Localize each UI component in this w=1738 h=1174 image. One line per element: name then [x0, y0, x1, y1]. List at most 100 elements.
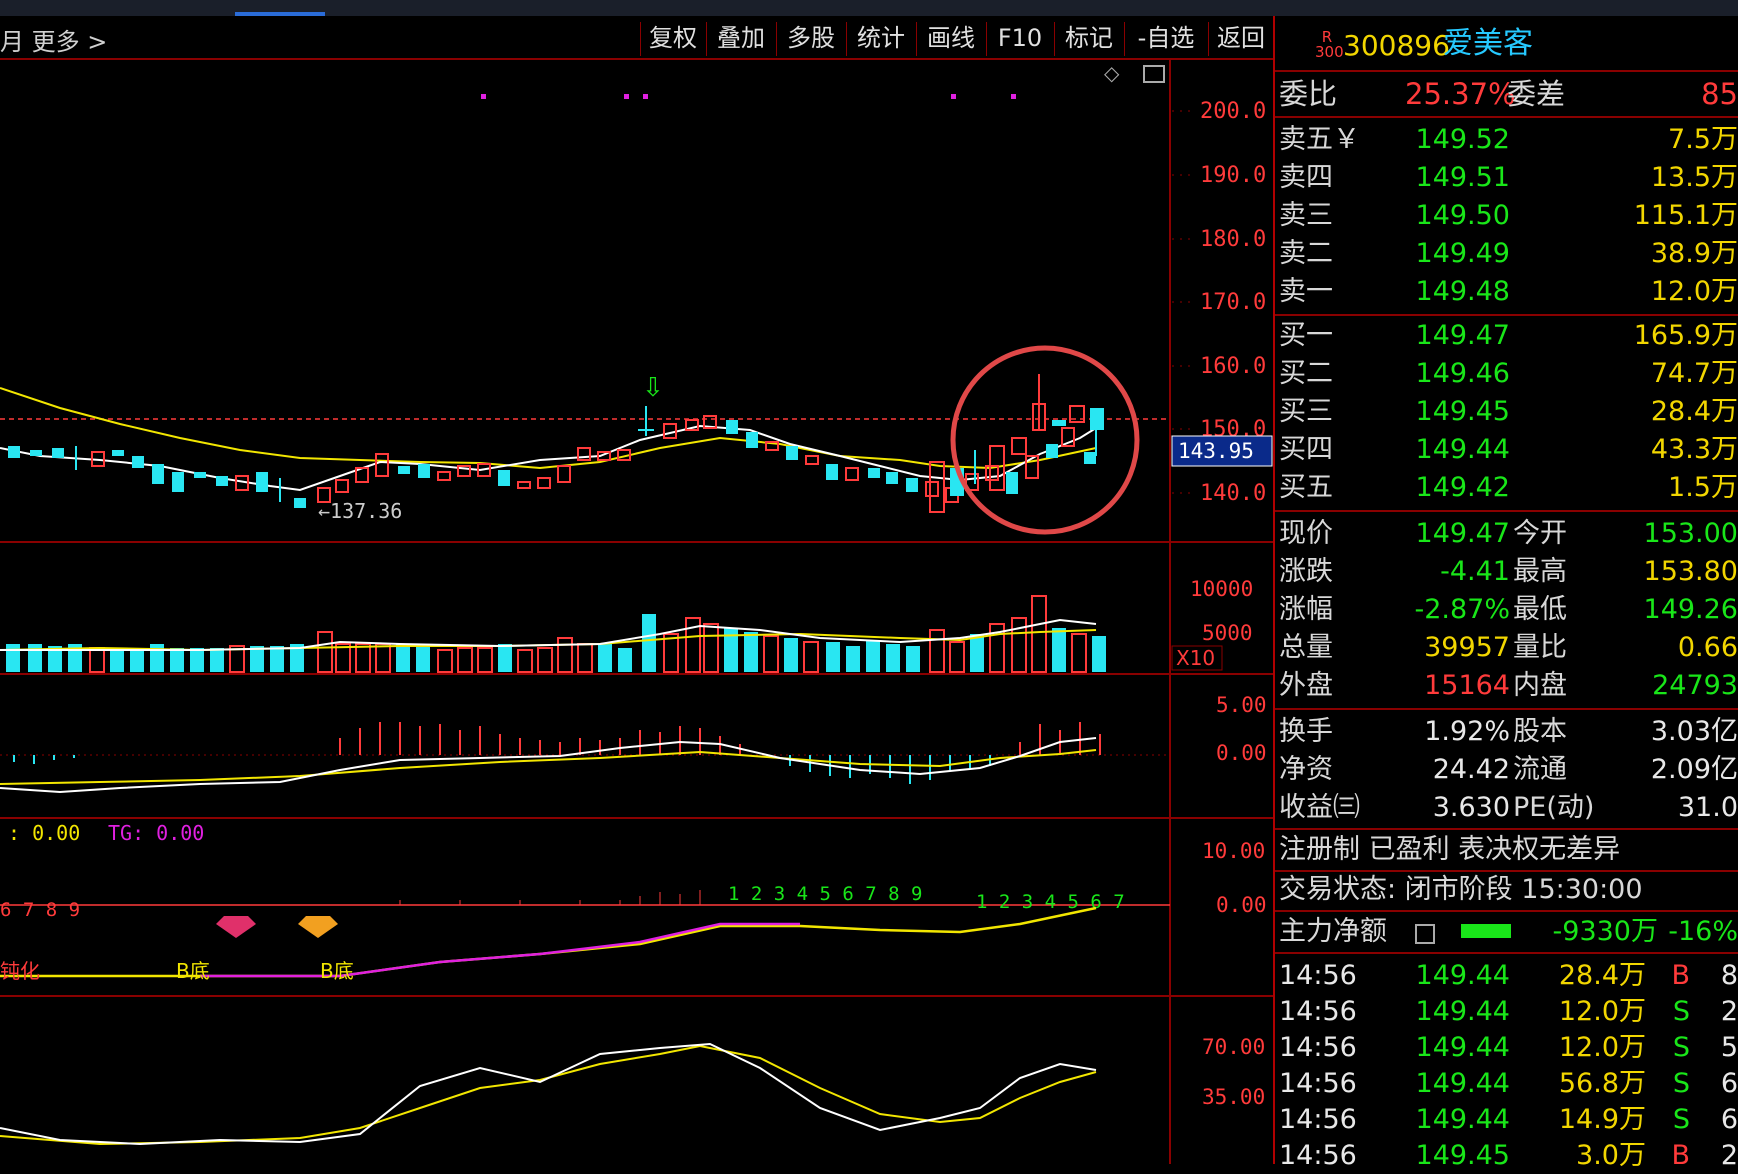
stat-value: -4.41: [1440, 556, 1510, 587]
weicha-value: 85: [1701, 77, 1738, 111]
fund-value: 31.0: [1677, 792, 1738, 823]
volume-ma-white: [0, 618, 1097, 651]
fund-label: PE(动): [1513, 792, 1595, 823]
order-volume: 12.0万: [1650, 276, 1738, 307]
stat-value: 15164: [1424, 670, 1510, 701]
order-label: 买四: [1279, 434, 1333, 465]
indicator-ticks: [399, 890, 701, 905]
tick-time: 14:56: [1279, 1140, 1357, 1171]
add-watchlist-button[interactable]: -自选: [1124, 22, 1207, 56]
count-mid: 1 2 3 4 5 6 7 8 9: [728, 883, 922, 905]
order-price: 149.48: [1415, 276, 1510, 307]
fuquan-button[interactable]: 复权: [640, 22, 705, 56]
candle: [746, 432, 758, 448]
stock-name: 爱美客: [1443, 26, 1533, 61]
divider: [1275, 314, 1738, 316]
fund-label: 换手: [1279, 716, 1333, 747]
order-volume: 38.9万: [1650, 238, 1738, 269]
order-volume: 7.5万: [1668, 124, 1738, 155]
order-volume: 115.1万: [1633, 200, 1738, 231]
order-volume: 43.3万: [1650, 434, 1738, 465]
candle: [557, 465, 571, 483]
tick-side: B: [1671, 1140, 1690, 1171]
stat-value: 149.47: [1415, 518, 1510, 549]
kline-chart[interactable]: 200.0 190.0 180.0 170.0 160.0 150.0 140.…: [0, 58, 1273, 1164]
macd-tick: 0.00: [1216, 741, 1267, 765]
statistics-button[interactable]: 统计: [846, 22, 915, 56]
tick-count: 6: [1720, 1104, 1738, 1135]
order-volume: 1.5万: [1668, 472, 1738, 503]
order-label: 卖二: [1279, 238, 1333, 269]
tick-time: 14:56: [1279, 1032, 1357, 1063]
order-label: 卖五￥: [1279, 124, 1360, 155]
more-menu[interactable]: 月 更多 >: [0, 22, 107, 57]
candle: [194, 472, 206, 478]
ma10-line: [0, 387, 1097, 470]
back-button[interactable]: 返回: [1208, 22, 1273, 56]
main-flow-pct: -16%: [1668, 916, 1738, 947]
candle: [1090, 408, 1104, 430]
fund-label: 收益㈢: [1279, 792, 1360, 823]
candle: [335, 479, 349, 493]
divider: [1275, 510, 1738, 512]
list-icon[interactable]: [1415, 924, 1435, 944]
candle: [1084, 452, 1096, 464]
price-tick: 190.0: [1200, 163, 1266, 188]
price-tick: 160.0: [1200, 354, 1266, 379]
stat-value: 39957: [1424, 632, 1510, 663]
divider: [1275, 828, 1738, 830]
overlay-button[interactable]: 叠加: [706, 22, 775, 56]
stat-label: 内盘: [1513, 670, 1567, 701]
dull-label: 钝化: [0, 959, 40, 983]
candle: [886, 472, 898, 484]
candle: [537, 477, 551, 489]
mark-button[interactable]: 标记: [1054, 22, 1123, 56]
fund-value: 1.92%: [1424, 716, 1510, 747]
macd-axis: 5.00 0.00: [1216, 693, 1267, 765]
weicha-label: 委差: [1507, 77, 1566, 111]
candle: [925, 481, 939, 497]
kdj-tick: 35.00: [1202, 1085, 1265, 1109]
indicator-magenta-line: [200, 922, 800, 978]
fund-value: 3.630: [1432, 792, 1510, 823]
diamond-icon[interactable]: ◇: [1104, 61, 1120, 85]
order-price: 149.42: [1415, 472, 1510, 503]
stat-value: 153.80: [1643, 556, 1738, 587]
stat-label: 量比: [1513, 632, 1567, 663]
tick-row: 14:56 149.44 12.0万 S 5: [1275, 1030, 1738, 1066]
price-tick: 140.0: [1200, 481, 1266, 506]
indicator-tick: 10.00: [1202, 839, 1265, 863]
indicator-header-a: : 0.00: [8, 821, 80, 845]
candle: [112, 450, 124, 456]
indicator-tick: 0.00: [1216, 893, 1267, 917]
tick-row: 14:56 149.44 14.9万 S 6: [1275, 1102, 1738, 1138]
price-tick: 180.0: [1200, 227, 1266, 252]
tick-time: 14:56: [1279, 1068, 1357, 1099]
order-label: 卖三: [1279, 200, 1333, 231]
candle: [256, 472, 268, 492]
order-volume: 74.7万: [1650, 358, 1738, 389]
macd-tick: 5.00: [1216, 693, 1267, 717]
trading-status: 交易状态: 闭市阶段 15:30:00: [1279, 874, 1643, 905]
indicator-header-tg: TG: 0.00: [108, 821, 204, 845]
draw-line-button[interactable]: 画线: [916, 22, 985, 56]
price-tick: 170.0: [1200, 290, 1266, 315]
stat-label: 总量: [1279, 632, 1333, 663]
candle: [398, 466, 410, 474]
candle: [216, 476, 228, 486]
multi-stock-button[interactable]: 多股: [776, 22, 845, 56]
candle: [1052, 420, 1066, 426]
main-flow-label: 主力净额: [1279, 916, 1387, 947]
tick-row: 14:56 149.44 12.0万 S 2: [1275, 994, 1738, 1030]
f10-button[interactable]: F10: [986, 22, 1053, 56]
kdj-axis: 70.00 35.00: [1202, 1035, 1265, 1109]
tick-time: 14:56: [1279, 960, 1357, 991]
kdj-k-line: [0, 1042, 1097, 1146]
current-price-tag-text: 143.95: [1178, 439, 1254, 463]
candle: [30, 450, 42, 456]
tick-volume: 3.0万: [1576, 1140, 1646, 1171]
macd-pos-bars: [339, 722, 1101, 755]
layout-toggle-icon[interactable]: [1143, 65, 1165, 83]
tick-count: 6: [1720, 1068, 1738, 1099]
fund-value: 24.42: [1432, 754, 1510, 785]
